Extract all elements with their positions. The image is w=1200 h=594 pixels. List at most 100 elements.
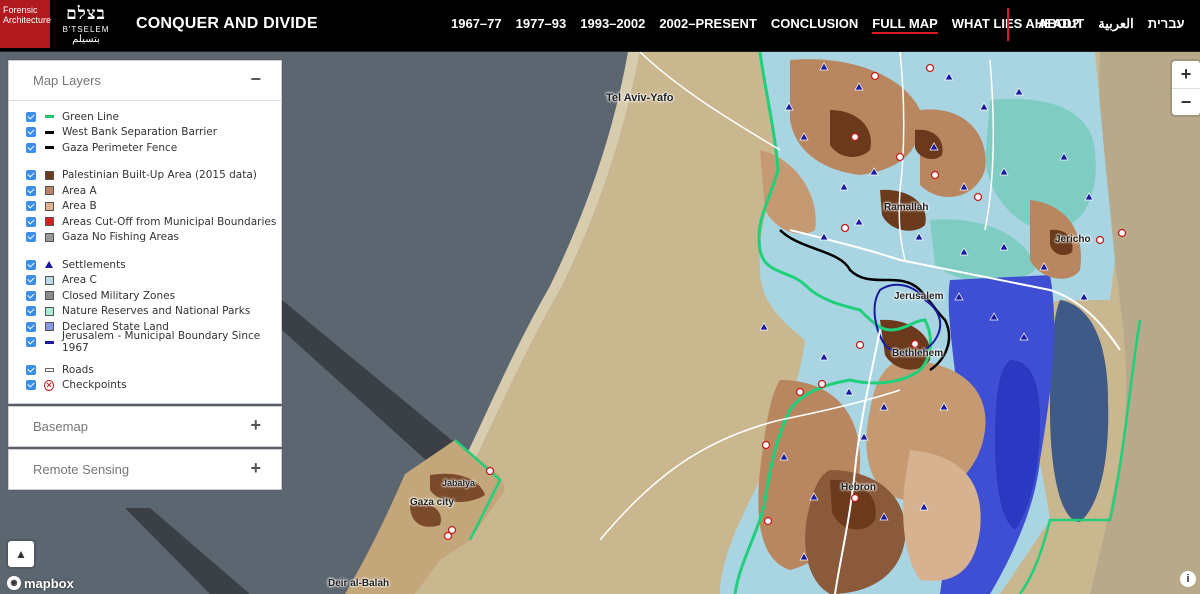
place-hebron: Hebron bbox=[841, 482, 876, 493]
place-gaza-city: Gaza city bbox=[410, 497, 454, 508]
military-zone-swatch bbox=[44, 291, 54, 301]
checkbox[interactable] bbox=[26, 275, 36, 286]
layer-label: Roads bbox=[62, 363, 94, 376]
layer-group-palestinian-areas: Palestinian Built-Up Area (2015 data) Ar… bbox=[26, 168, 281, 246]
map-layers-section: Map Layers − Green Line West Bank Separa… bbox=[8, 60, 282, 404]
nav-arabic[interactable]: العربية bbox=[1098, 16, 1134, 35]
collapse-icon[interactable]: − bbox=[250, 69, 261, 90]
site-title[interactable]: CONQUER AND DIVIDE bbox=[136, 15, 318, 33]
box-swatch-icon bbox=[44, 170, 54, 180]
line-swatch-icon bbox=[44, 143, 54, 153]
layer-green-line[interactable]: Green Line bbox=[26, 109, 281, 125]
layer-label: Areas Cut-Off from Municipal Boundaries bbox=[62, 215, 277, 228]
remote-sensing-title: Remote Sensing bbox=[33, 462, 130, 477]
attribution-info-button[interactable]: i bbox=[1180, 571, 1196, 587]
layer-closed-military-zones[interactable]: Closed Military Zones bbox=[26, 288, 281, 304]
btselem-logo-hebrew: בצלם bbox=[66, 4, 106, 24]
layer-label: Area A bbox=[62, 184, 97, 197]
place-jerusalem: Jerusalem bbox=[894, 291, 944, 302]
layer-built-up-area[interactable]: Palestinian Built-Up Area (2015 data) bbox=[26, 168, 281, 184]
basemap-section: Basemap + bbox=[8, 406, 282, 447]
nav-1977-93[interactable]: 1977–93 bbox=[516, 16, 567, 34]
expand-icon[interactable]: + bbox=[250, 458, 261, 479]
basemap-header[interactable]: Basemap + bbox=[9, 407, 281, 446]
btselem-logo[interactable]: בצלם B'TSELEM بتسيلم bbox=[56, 3, 116, 47]
checkbox[interactable] bbox=[26, 232, 36, 243]
settlement-triangle-icon bbox=[44, 260, 54, 270]
layer-label: Closed Military Zones bbox=[62, 289, 176, 302]
top-navigation-bar: Forensic Architecture בצלם B'TSELEM بتسي… bbox=[0, 0, 1200, 52]
layer-checkpoints[interactable]: × Checkpoints bbox=[26, 378, 281, 394]
nav-hebrew[interactable]: עברית bbox=[1148, 16, 1185, 35]
nav-2002-present[interactable]: 2002–PRESENT bbox=[659, 16, 757, 34]
checkbox[interactable] bbox=[26, 259, 36, 270]
layer-area-b[interactable]: Area B bbox=[26, 199, 281, 215]
place-tel-aviv: Tel Aviv-Yafo bbox=[606, 92, 674, 104]
nav-1993-2002[interactable]: 1993–2002 bbox=[580, 16, 645, 34]
mapbox-logo[interactable]: ◉ mapbox bbox=[7, 575, 74, 591]
remote-sensing-header[interactable]: Remote Sensing + bbox=[9, 450, 281, 489]
nav-conclusion[interactable]: CONCLUSION bbox=[771, 16, 858, 34]
checkbox[interactable] bbox=[26, 201, 36, 212]
checkbox[interactable] bbox=[26, 321, 36, 332]
checkbox[interactable] bbox=[26, 380, 36, 391]
checkbox[interactable] bbox=[26, 364, 36, 375]
checkbox[interactable] bbox=[26, 306, 36, 317]
map-layers-title: Map Layers bbox=[33, 73, 101, 88]
nav-full-map[interactable]: FULL MAP bbox=[872, 16, 938, 34]
box-swatch-icon bbox=[44, 232, 54, 242]
layer-label: Palestinian Built-Up Area (2015 data) bbox=[62, 169, 257, 182]
fence-swatch bbox=[44, 146, 54, 150]
checkpoint-swatch: × bbox=[44, 379, 54, 391]
compass-icon: ▲ bbox=[15, 547, 27, 561]
box-swatch-icon bbox=[44, 201, 54, 211]
layer-label: Gaza Perimeter Fence bbox=[62, 141, 178, 154]
checkbox[interactable] bbox=[26, 185, 36, 196]
layer-jerusalem-boundary[interactable]: Jerusalem - Municipal Boundary Since 196… bbox=[26, 330, 281, 354]
nav-about[interactable]: ABOUT bbox=[1038, 16, 1084, 35]
secondary-navigation: ABOUT العربية עברית bbox=[1038, 16, 1185, 35]
box-swatch-icon bbox=[44, 322, 54, 332]
place-jericho: Jericho bbox=[1055, 234, 1091, 245]
checkbox[interactable] bbox=[26, 337, 36, 348]
expand-icon[interactable]: + bbox=[250, 415, 261, 436]
layer-nature-reserves[interactable]: Nature Reserves and National Parks bbox=[26, 304, 281, 320]
checkbox[interactable] bbox=[26, 127, 36, 138]
map-layers-header[interactable]: Map Layers − bbox=[9, 61, 281, 100]
place-ramallah: Ramallah bbox=[884, 202, 929, 213]
layer-group-infrastructure: Roads × Checkpoints bbox=[26, 362, 281, 393]
period-navigation: 1967–77 1977–93 1993–2002 2002–PRESENT C… bbox=[451, 16, 1080, 34]
layer-roads[interactable]: Roads bbox=[26, 362, 281, 378]
layer-label: Settlements bbox=[62, 258, 126, 271]
info-icon: i bbox=[1186, 573, 1190, 585]
layer-cut-off-areas[interactable]: Areas Cut-Off from Municipal Boundaries bbox=[26, 214, 281, 230]
checkbox[interactable] bbox=[26, 216, 36, 227]
fa-logo-text: Forensic Architecture bbox=[3, 5, 52, 25]
box-swatch-icon bbox=[44, 291, 54, 301]
zoom-out-button[interactable]: − bbox=[1172, 88, 1200, 115]
layer-label: Jerusalem - Municipal Boundary Since 196… bbox=[62, 330, 261, 355]
layer-gaza-no-fishing[interactable]: Gaza No Fishing Areas bbox=[26, 230, 281, 246]
layer-gaza-perimeter-fence[interactable]: Gaza Perimeter Fence bbox=[26, 140, 281, 156]
nav-1967-77[interactable]: 1967–77 bbox=[451, 16, 502, 34]
layer-settlements[interactable]: Settlements bbox=[26, 257, 281, 273]
checkbox[interactable] bbox=[26, 290, 36, 301]
cut-off-swatch bbox=[44, 217, 54, 227]
zoom-in-button[interactable]: + bbox=[1172, 61, 1200, 88]
checkbox[interactable] bbox=[26, 170, 36, 181]
compass-reset-button[interactable]: ▲ bbox=[8, 541, 34, 567]
checkbox[interactable] bbox=[26, 142, 36, 153]
layer-group-israeli-control: Settlements Area C Closed Military Zones… bbox=[26, 257, 281, 354]
area-c-swatch bbox=[44, 275, 54, 285]
layer-label: West Bank Separation Barrier bbox=[62, 126, 218, 139]
line-swatch-icon bbox=[44, 337, 54, 347]
layer-area-c[interactable]: Area C bbox=[26, 273, 281, 289]
layer-area-a[interactable]: Area A bbox=[26, 183, 281, 199]
nav-divider bbox=[1007, 8, 1009, 41]
nature-reserve-swatch bbox=[44, 306, 54, 316]
layer-separation-barrier[interactable]: West Bank Separation Barrier bbox=[26, 125, 281, 141]
forensic-architecture-logo[interactable]: Forensic Architecture bbox=[0, 0, 52, 48]
jerusalem-boundary-swatch bbox=[44, 340, 54, 344]
layer-group-borders: Green Line West Bank Separation Barrier … bbox=[26, 109, 281, 156]
checkbox[interactable] bbox=[26, 111, 36, 122]
